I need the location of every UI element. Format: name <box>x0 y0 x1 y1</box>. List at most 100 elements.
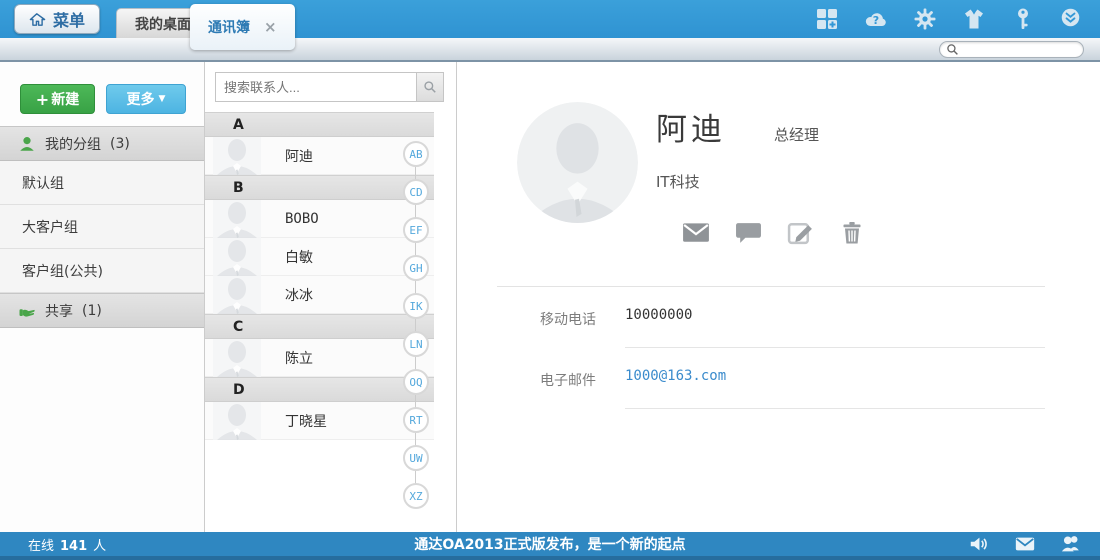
sub-toolbar <box>0 38 1100 62</box>
contact-detail-panel: 阿迪 总经理 IT科技 移动电话10000000 电子邮件1000@163.com <box>457 62 1100 532</box>
group-label: 默认组 <box>22 173 64 193</box>
alpha-index-IK[interactable]: IK <box>403 293 429 319</box>
detail-field: 移动电话10000000 <box>497 287 1045 348</box>
collapse-icon[interactable] <box>1060 7 1084 31</box>
alpha-index-EF[interactable]: EF <box>403 217 429 243</box>
contact-name: BOBO <box>285 211 319 227</box>
sound-icon[interactable] <box>968 533 990 555</box>
profile-header: 阿迪 总经理 IT科技 <box>457 102 1100 246</box>
letter-header: D <box>205 377 434 402</box>
message-action-button[interactable] <box>734 218 762 246</box>
name-row: 阿迪 总经理 <box>656 104 866 149</box>
contact-row[interactable]: 白敏 <box>205 238 434 276</box>
group-label: 我的分组 <box>45 134 101 154</box>
alpha-index-AB[interactable]: AB <box>403 141 429 167</box>
global-search-box[interactable] <box>939 41 1084 58</box>
alpha-index-OQ[interactable]: OQ <box>403 369 429 395</box>
tab-label: 我的桌面 <box>135 14 191 34</box>
contact-row[interactable]: 阿迪 <box>205 137 434 175</box>
contacts-icon[interactable] <box>1060 533 1082 555</box>
help-icon[interactable]: ? <box>864 7 888 31</box>
contact-avatar <box>213 276 261 314</box>
sidebar-buttons: + 新建 更多 ▼ <box>0 62 204 126</box>
contact-detail-company: IT科技 <box>656 171 866 192</box>
global-search-input[interactable] <box>959 43 1100 56</box>
group-label: 共享 <box>45 301 73 321</box>
close-icon[interactable]: × <box>264 18 277 36</box>
status-icons <box>968 533 1100 555</box>
new-contact-button[interactable]: + 新建 <box>20 84 95 114</box>
alpha-index-GH[interactable]: GH <box>403 255 429 281</box>
contact-search-input[interactable] <box>215 72 416 102</box>
letter-header: C <box>205 314 434 339</box>
edit-action-button[interactable] <box>786 218 814 246</box>
sidebar-group-item[interactable]: 大客户组 <box>0 205 204 249</box>
detail-fields: 移动电话10000000 电子邮件1000@163.com <box>497 287 1045 409</box>
more-button-label: 更多 <box>127 89 155 109</box>
group-label: 大客户组 <box>22 217 78 237</box>
contact-avatar <box>213 402 261 440</box>
contact-list-panel: A 阿迪 B BOBO 白敏冰冰C 陈立 D 丁晓星 AB CD EF GH IK LN OQ RT UW XZ <box>205 62 457 532</box>
apps-icon[interactable] <box>815 7 839 31</box>
profile-info: 阿迪 总经理 IT科技 <box>638 102 866 246</box>
statusbar: 在线 141 人 通达OA2013正式版发布，是一个新的起点 <box>0 532 1100 560</box>
sidebar-group-list: 我的分组(3) 默认组大客户组客户组(公共) 共享(1) <box>0 126 204 328</box>
mail-icon[interactable] <box>1014 533 1036 555</box>
password-icon[interactable] <box>1011 7 1035 31</box>
tab-address-book[interactable]: 通讯簿 × <box>190 4 295 50</box>
contact-row[interactable]: BOBO <box>205 200 434 238</box>
contact-avatar <box>213 238 261 276</box>
contact-rows: A 阿迪 B BOBO 白敏冰冰C 陈立 D 丁晓星 <box>205 112 434 440</box>
contact-name: 阿迪 <box>285 146 313 166</box>
contact-search-row <box>205 62 456 112</box>
search-icon <box>946 43 959 56</box>
main-content: + 新建 更多 ▼ 我的分组(3) 默认组大客户组客户组(公共) 共享(1) A 阿迪… <box>0 62 1100 532</box>
field-value[interactable]: 1000@163.com <box>625 368 1045 409</box>
sidebar-group-header[interactable]: 共享(1) <box>0 293 204 328</box>
alpha-index-XZ[interactable]: XZ <box>403 483 429 509</box>
app-window: 菜单 我的桌面 通讯簿 × ? <box>0 0 1100 560</box>
contact-detail-title: 总经理 <box>774 124 819 145</box>
tab-label: 通讯簿 <box>208 17 250 37</box>
home-icon <box>29 11 46 28</box>
letter-header: A <box>205 112 434 137</box>
contact-name: 陈立 <box>285 348 313 368</box>
contact-search-button[interactable] <box>416 72 444 102</box>
menu-button[interactable]: 菜单 <box>14 4 100 34</box>
contact-name: 丁晓星 <box>285 411 327 431</box>
new-button-label: 新建 <box>51 89 79 109</box>
topbar: 菜单 我的桌面 通讯簿 × ? <box>0 0 1100 38</box>
contact-row[interactable]: 陈立 <box>205 339 434 377</box>
alphabet-index-rail: AB CD EF GH IK LN OQ RT UW XZ <box>403 141 429 509</box>
topbar-icons: ? <box>815 7 1100 31</box>
group-label: 客户组(公共) <box>22 261 103 281</box>
plus-icon: + <box>36 90 49 109</box>
person-icon <box>18 135 36 153</box>
contact-actions <box>682 218 866 246</box>
chevron-down-icon: ▼ <box>159 94 166 104</box>
contact-name: 白敏 <box>285 247 313 267</box>
more-dropdown-button[interactable]: 更多 ▼ <box>106 84 186 114</box>
contact-avatar <box>213 200 261 238</box>
announcement-text: 通达OA2013正式版发布，是一个新的起点 <box>0 534 1100 554</box>
alpha-index-UW[interactable]: UW <box>403 445 429 471</box>
letter-header: B <box>205 175 434 200</box>
contact-row[interactable]: 冰冰 <box>205 276 434 314</box>
field-label: 电子邮件 <box>540 368 625 409</box>
mail-action-button[interactable] <box>682 218 710 246</box>
menu-label: 菜单 <box>53 7 85 31</box>
alpha-index-CD[interactable]: CD <box>403 179 429 205</box>
contact-row[interactable]: 丁晓星 <box>205 402 434 440</box>
theme-icon[interactable] <box>962 7 986 31</box>
alpha-index-LN[interactable]: LN <box>403 331 429 357</box>
sidebar-group-item[interactable]: 默认组 <box>0 161 204 205</box>
contact-avatar <box>213 137 261 175</box>
settings-icon[interactable] <box>913 7 937 31</box>
delete-action-button[interactable] <box>838 218 866 246</box>
sidebar-group-header[interactable]: 我的分组(3) <box>0 126 204 161</box>
sidebar: + 新建 更多 ▼ 我的分组(3) 默认组大客户组客户组(公共) 共享(1) <box>0 62 205 532</box>
sidebar-group-item[interactable]: 客户组(公共) <box>0 249 204 293</box>
search-icon <box>423 80 437 94</box>
alpha-index-RT[interactable]: RT <box>403 407 429 433</box>
share-icon <box>18 302 36 320</box>
